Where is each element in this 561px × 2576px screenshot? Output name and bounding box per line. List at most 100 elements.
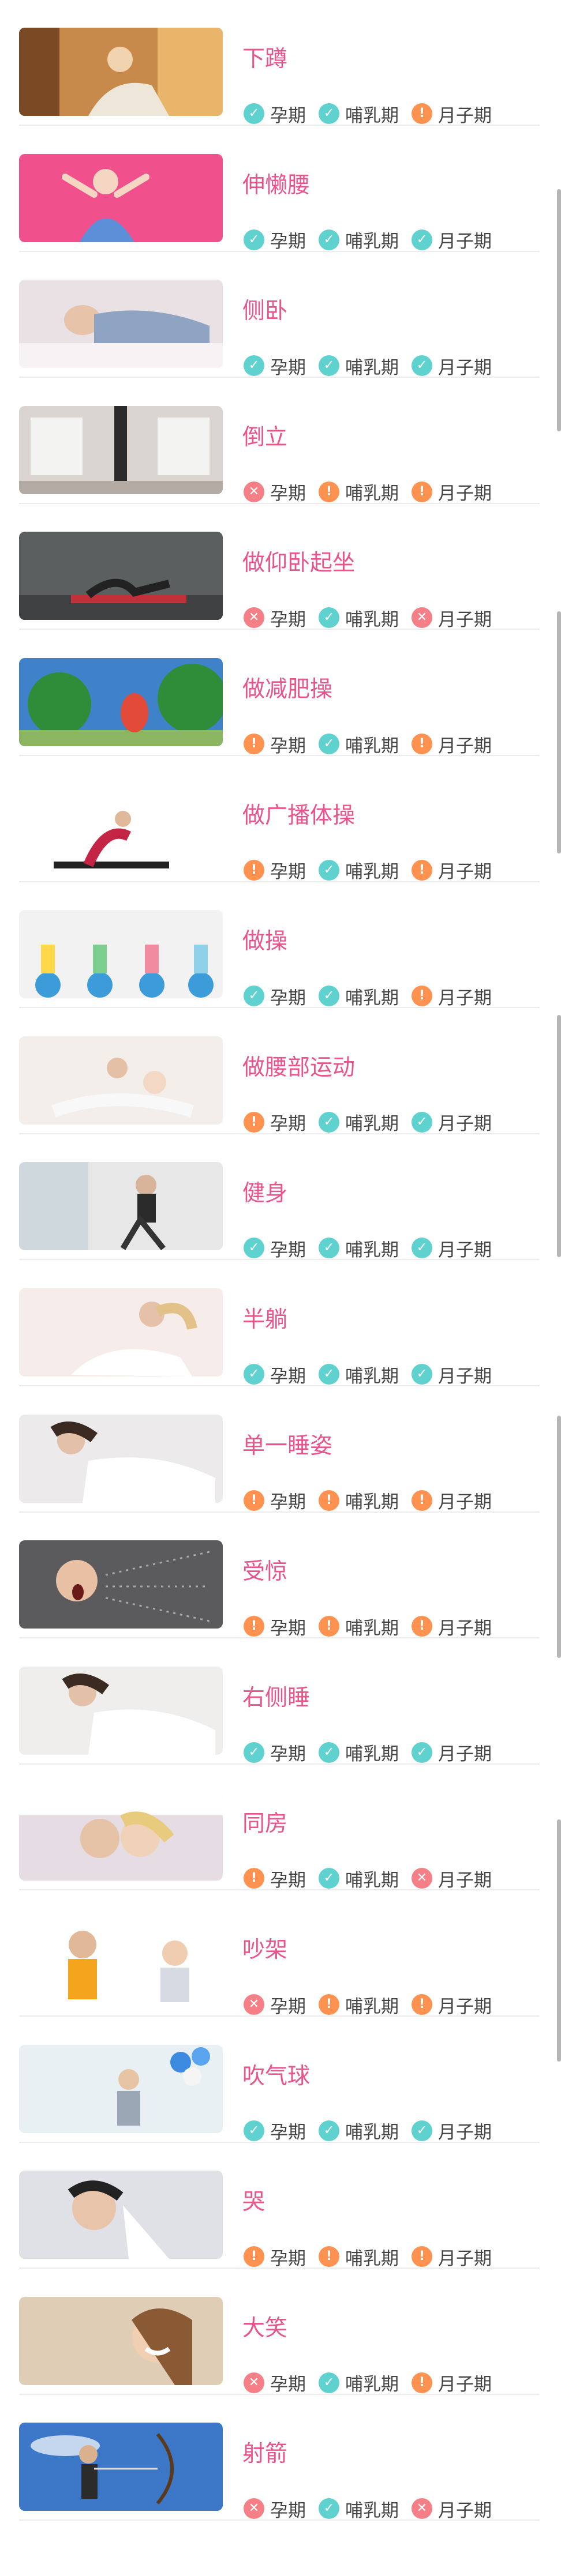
status-tag: ✓ 孕期 <box>244 983 306 1009</box>
status-tags: ✕ 孕期 ✓ 哺乳期 ✕ 月子期 <box>244 605 504 631</box>
status-label: 孕期 <box>270 357 306 378</box>
cross-icon: ✕ <box>412 607 432 629</box>
check-icon: ✓ <box>319 734 339 754</box>
status-tag: ✓ 月子期 <box>412 1235 492 1261</box>
list-item[interactable]: 受惊! 孕期! 哺乳期! 月子期 <box>0 1513 561 1639</box>
list-item[interactable]: 做减肥操! 孕期 ✓ 哺乳期! 月子期 <box>0 630 561 757</box>
warning-icon: ! <box>412 2246 432 2267</box>
list-item[interactable]: 单一睡姿! 孕期! 哺乳期! 月子期 <box>0 1387 561 1513</box>
thumbnail-image <box>19 1288 223 1377</box>
status-tag: ! 月子期 <box>412 101 492 127</box>
check-icon: ✓ <box>319 2498 339 2519</box>
check-icon: ✓ <box>319 2372 339 2393</box>
cross-icon: ✕ <box>244 481 264 502</box>
scroll-indicator[interactable] <box>557 1015 561 1257</box>
status-tag: ! 月子期 <box>412 2244 492 2270</box>
status-label: 月子期 <box>438 2500 492 2521</box>
item-title: 做仰卧起坐 <box>242 550 356 577</box>
status-label: 哺乳期 <box>345 987 399 1009</box>
list-item[interactable]: 哭! 孕期! 哺乳期! 月子期 <box>0 2143 561 2269</box>
status-tags: ! 孕期! 哺乳期! 月子期 <box>244 1615 504 1639</box>
status-label: 孕期 <box>270 1618 306 1639</box>
item-title: 侧卧 <box>242 298 288 325</box>
status-label: 月子期 <box>438 1239 492 1261</box>
status-label: 月子期 <box>438 735 492 757</box>
status-label: 哺乳期 <box>345 1744 399 1765</box>
thumbnail-image <box>19 532 223 621</box>
status-tag: ✓ 孕期 <box>244 227 306 253</box>
scroll-indicator[interactable] <box>557 189 561 431</box>
status-label: 孕期 <box>270 1114 306 1135</box>
warning-icon: ! <box>412 1616 432 1637</box>
item-title: 射箭 <box>242 2441 288 2468</box>
list-item[interactable]: 做腰部运动! 孕期 ✓ 哺乳期 ✓ 月子期 <box>0 1009 561 1134</box>
check-icon: ✓ <box>412 1238 432 1259</box>
list-item[interactable]: 射箭 ✕ 孕期 ✓ 哺乳期 ✕ 月子期 <box>0 2395 561 2521</box>
list-item[interactable]: 大笑 ✕ 孕期 ✓ 哺乳期! 月子期 <box>0 2269 561 2395</box>
status-tags: ! 孕期! 哺乳期! 月子期 <box>244 1487 504 1513</box>
list-item[interactable]: 做仰卧起坐 ✕ 孕期 ✓ 哺乳期 ✕ 月子期 <box>0 504 561 630</box>
status-label: 月子期 <box>438 231 492 253</box>
warning-icon: ! <box>319 1994 339 2015</box>
status-label: 月子期 <box>438 1114 492 1135</box>
list-item[interactable]: 吵架 ✕ 孕期! 哺乳期! 月子期 <box>0 1891 561 2017</box>
check-icon: ✓ <box>244 103 264 124</box>
status-tag: ! 哺乳期 <box>319 1487 399 1513</box>
cross-icon: ✕ <box>244 607 264 629</box>
warning-icon: ! <box>319 2246 339 2267</box>
list-item[interactable]: 右侧睡 ✓ 孕期 ✓ 哺乳期 ✓ 月子期 <box>0 1639 561 1765</box>
status-tag: ✓ 哺乳期 <box>319 1362 399 1387</box>
scroll-indicator[interactable] <box>557 1819 561 2062</box>
status-label: 孕期 <box>270 1744 306 1765</box>
list-item[interactable]: 侧卧 ✓ 孕期 ✓ 哺乳期 ✓ 月子期 <box>0 252 561 378</box>
item-title: 同房 <box>242 1811 288 1837</box>
thumbnail-image <box>19 153 223 242</box>
warning-icon: ! <box>244 734 264 754</box>
status-tags: ✓ 孕期 ✓ 哺乳期! 月子期 <box>244 101 504 127</box>
status-tag: ! 月子期 <box>412 731 492 757</box>
status-tag: ✕ 月子期 <box>412 605 492 631</box>
status-tags: ✓ 孕期 ✓ 哺乳期 ✓ 月子期 <box>244 354 504 378</box>
status-label: 哺乳期 <box>345 1996 399 2017</box>
status-label: 哺乳期 <box>345 1239 399 1261</box>
status-tag: ✓ 哺乳期 <box>319 1235 399 1261</box>
list-item[interactable]: 同房! 孕期 ✓ 哺乳期 ✕ 月子期 <box>0 1765 561 1891</box>
status-label: 月子期 <box>438 483 492 505</box>
warning-icon: ! <box>412 986 432 1007</box>
item-title: 伸懒腰 <box>242 172 311 198</box>
status-tag: ✓ 哺乳期 <box>319 227 399 253</box>
list-item[interactable]: 下蹲 ✓ 孕期 ✓ 哺乳期! 月子期 <box>0 0 561 126</box>
status-tags: ! 孕期 ✓ 哺乳期! 月子期 <box>244 859 504 882</box>
cross-icon: ✕ <box>244 2372 264 2393</box>
list-item[interactable]: 吹气球 ✓ 孕期 ✓ 哺乳期 ✓ 月子期 <box>0 2017 561 2143</box>
status-tag: ✓ 月子期 <box>412 227 492 253</box>
list-item[interactable]: 倒立 ✕ 孕期! 哺乳期! 月子期 <box>0 378 561 504</box>
status-tags: ✓ 孕期 ✓ 哺乳期 ✓ 月子期 <box>244 2118 504 2143</box>
status-label: 孕期 <box>270 2374 306 2396</box>
list-item[interactable]: 半躺 ✓ 孕期 ✓ 哺乳期 ✓ 月子期 <box>0 1261 561 1387</box>
status-label: 月子期 <box>438 862 492 883</box>
list-item[interactable]: 伸懒腰 ✓ 孕期 ✓ 哺乳期 ✓ 月子期 <box>0 126 561 252</box>
status-tag: ✓ 哺乳期 <box>319 1109 399 1135</box>
status-label: 孕期 <box>270 231 306 253</box>
status-tag: ! 月子期 <box>412 479 492 505</box>
status-label: 哺乳期 <box>345 735 399 757</box>
check-icon: ✓ <box>244 1742 264 1763</box>
status-tags: ✕ 孕期! 哺乳期! 月子期 <box>244 1993 504 2017</box>
scroll-indicator[interactable] <box>557 1416 561 1658</box>
status-tag: ✓ 哺乳期 <box>319 1739 399 1765</box>
scroll-indicator[interactable] <box>557 611 561 853</box>
list-item[interactable]: 健身 ✓ 孕期 ✓ 哺乳期 ✓ 月子期 <box>0 1134 561 1261</box>
cross-icon: ✕ <box>412 1868 432 1889</box>
warning-icon: ! <box>244 1616 264 1637</box>
list-item[interactable]: 做广播体操! 孕期 ✓ 哺乳期! 月子期 <box>0 757 561 882</box>
thumbnail-image <box>19 28 223 116</box>
status-label: 哺乳期 <box>345 2374 399 2396</box>
status-tag: ! 月子期 <box>412 2370 492 2396</box>
thumbnail-image <box>19 280 223 368</box>
check-icon: ✓ <box>244 1238 264 1259</box>
list-item[interactable]: 做操 ✓ 孕期 ✓ 哺乳期! 月子期 <box>0 882 561 1009</box>
thumbnail-image <box>19 2423 223 2511</box>
status-tag: ✓ 哺乳期 <box>319 2118 399 2143</box>
check-icon: ✓ <box>319 1742 339 1763</box>
